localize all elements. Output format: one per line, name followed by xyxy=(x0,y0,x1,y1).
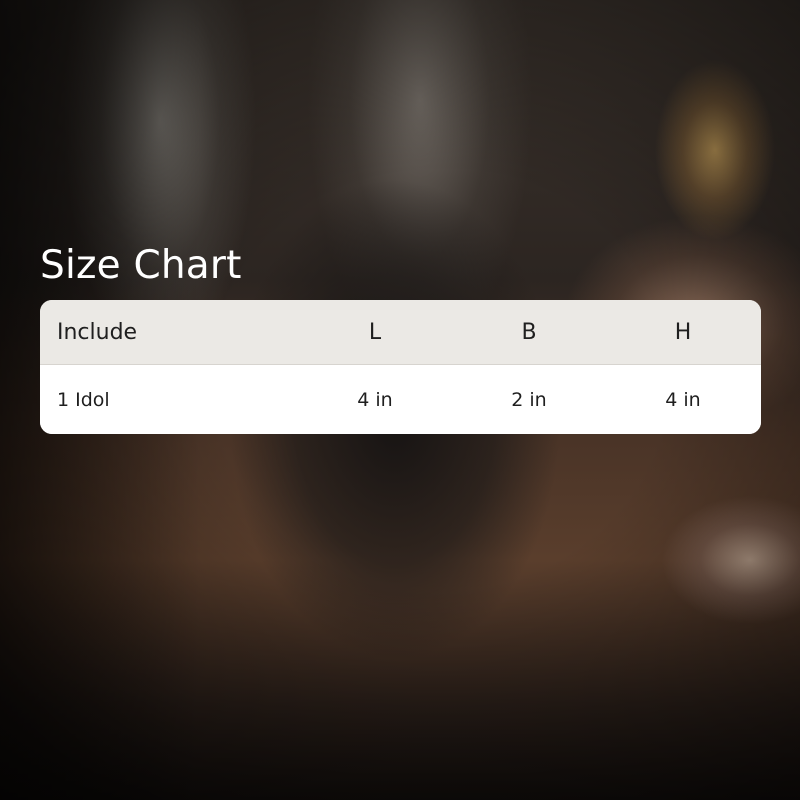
cell-height: 4 in xyxy=(665,388,701,411)
cell-breadth: 2 in xyxy=(511,388,547,411)
table-row: 1 Idol 4 in 2 in 4 in xyxy=(40,365,761,434)
cell-length: 4 in xyxy=(357,388,393,411)
header-breadth: B xyxy=(521,319,537,345)
size-chart-table: Include L B H 1 Idol 4 in 2 in 4 in xyxy=(40,300,761,434)
page-title: Size Chart xyxy=(40,243,242,288)
header-height: H xyxy=(674,319,692,345)
header-include: Include xyxy=(57,319,138,345)
header-length: L xyxy=(368,319,382,345)
cell-include: 1 Idol xyxy=(57,388,110,411)
table-header-row: Include L B H xyxy=(40,300,761,365)
size-chart-graphic: Size Chart Include L B H 1 Idol 4 in 2 i… xyxy=(0,0,800,800)
